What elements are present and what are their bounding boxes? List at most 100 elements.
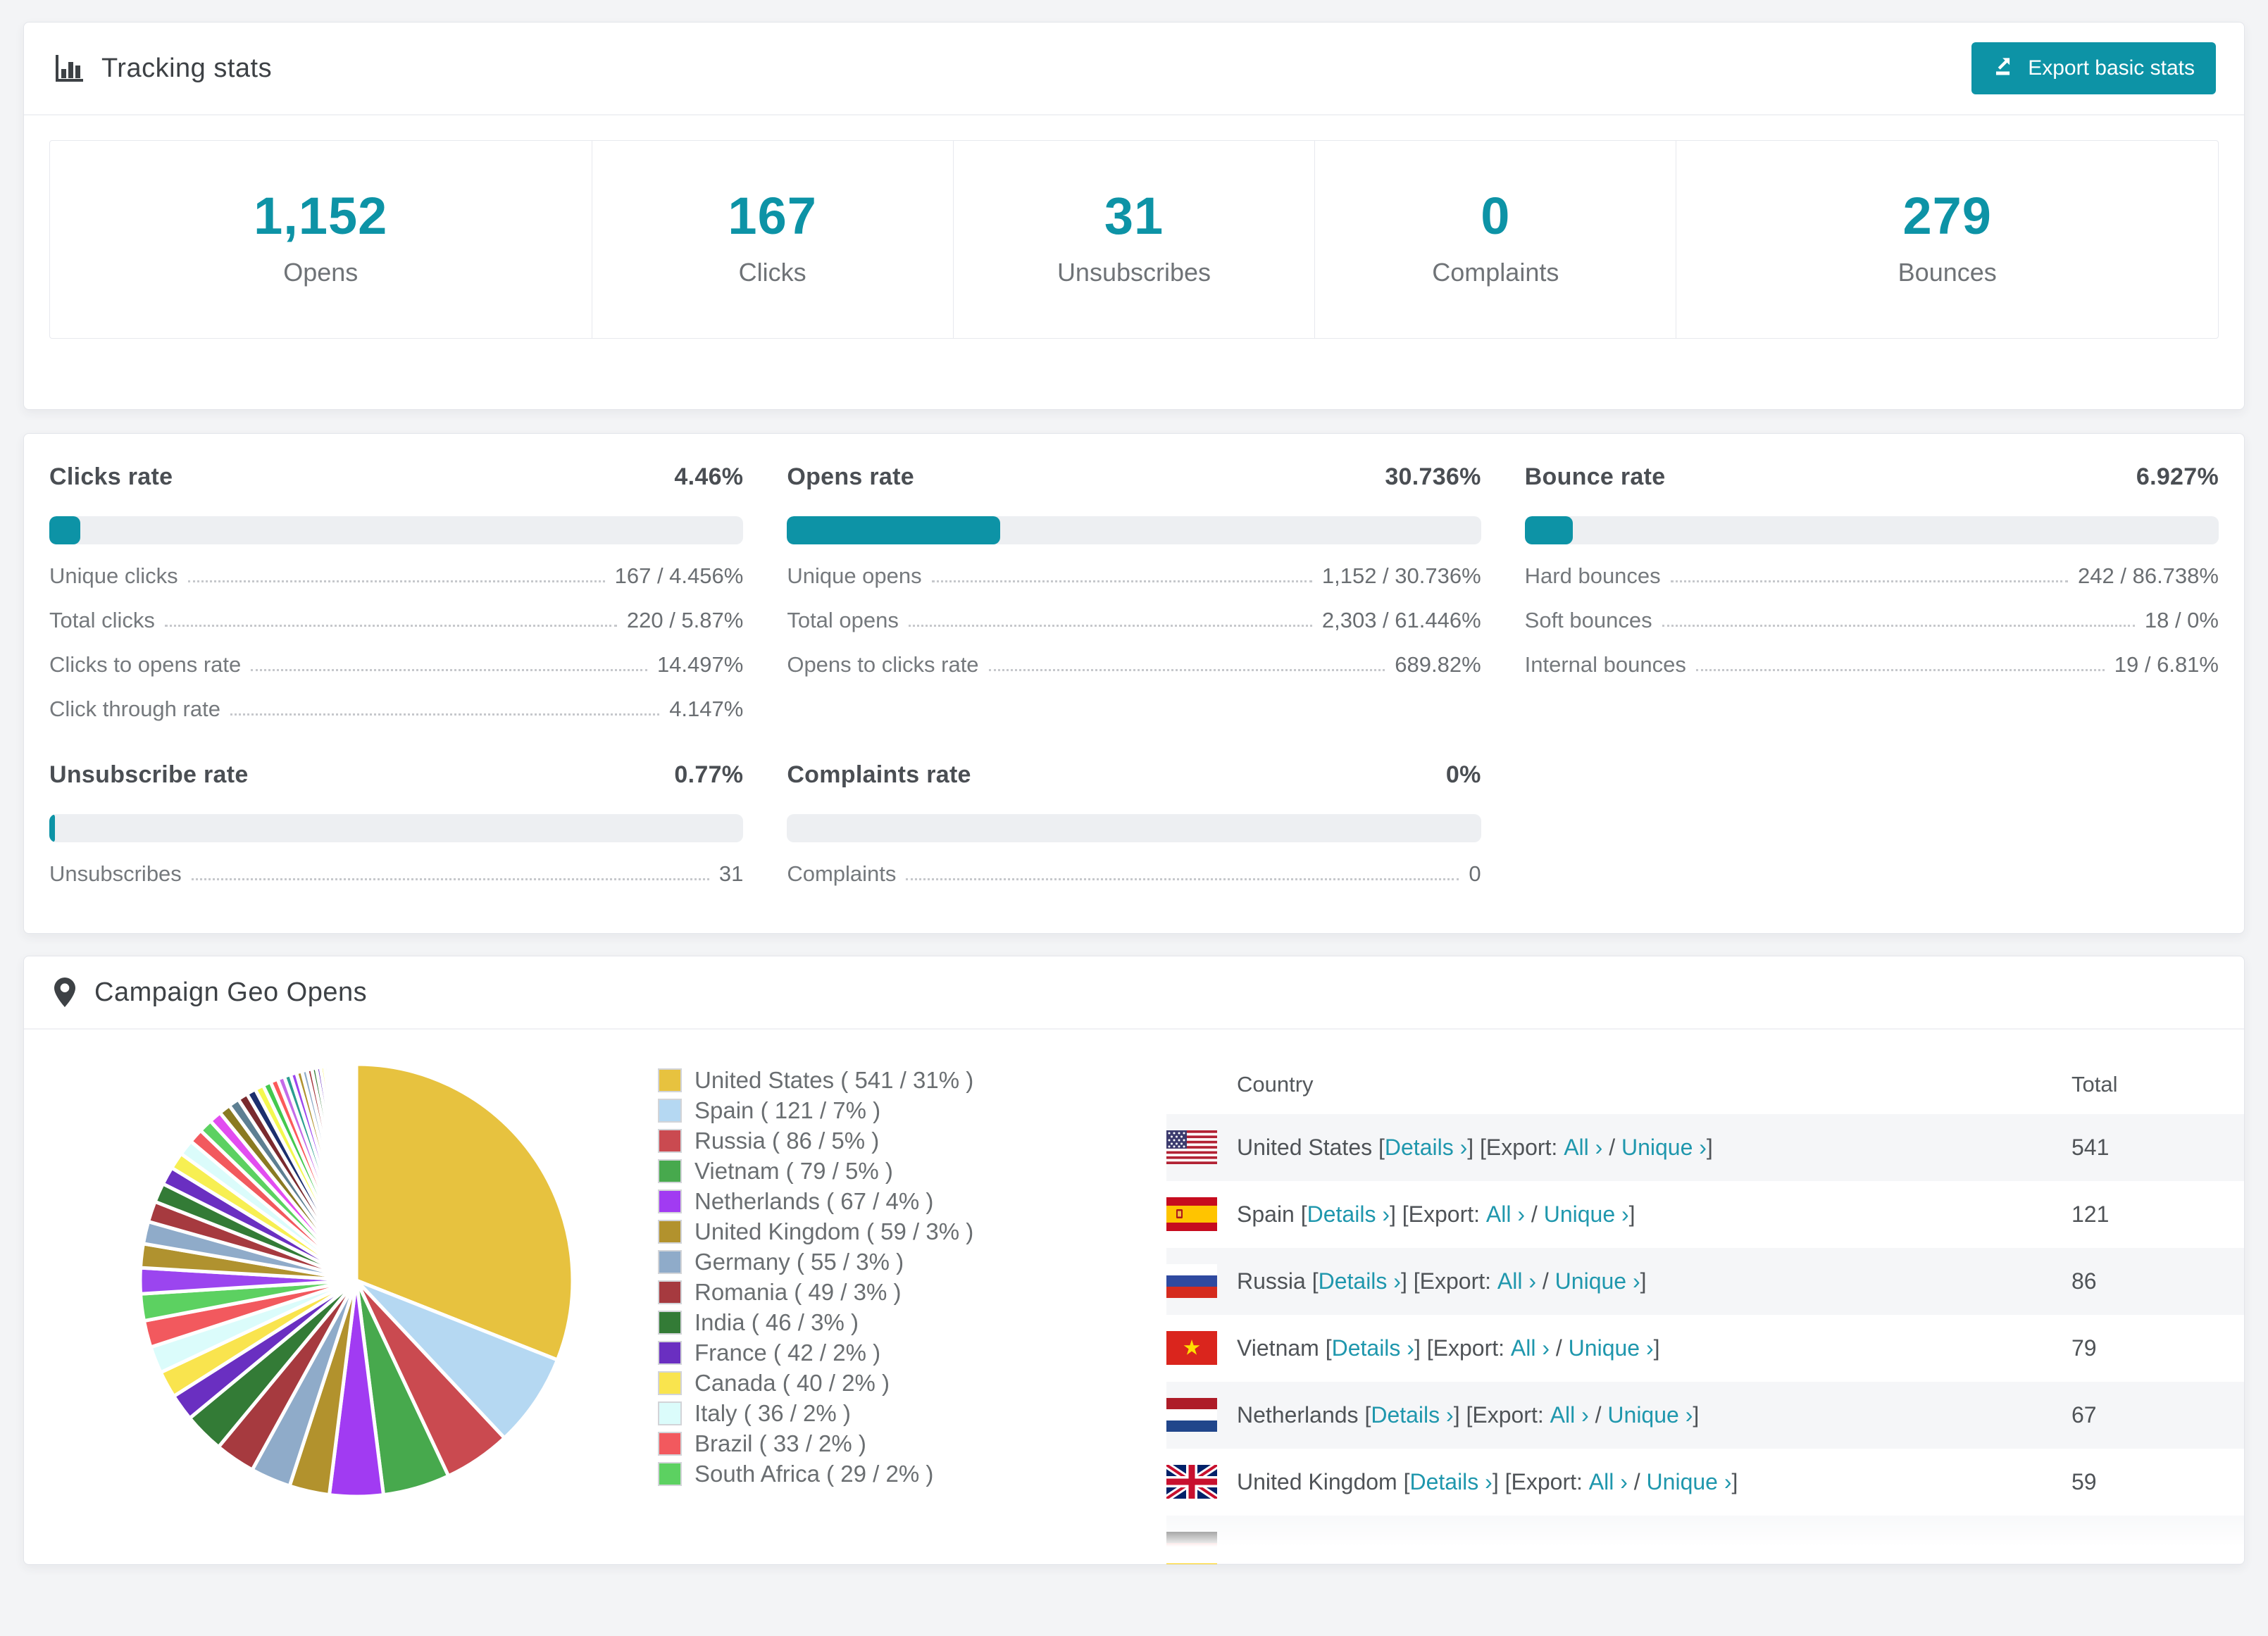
export-all-link[interactable]: All › xyxy=(1589,1469,1628,1495)
legend-item-spain[interactable]: Spain ( 121 / 7% ) xyxy=(658,1095,973,1125)
column-total: Total xyxy=(2071,1072,2118,1097)
export-basic-stats-button[interactable]: Export basic stats xyxy=(1971,42,2216,94)
bracket: ] xyxy=(1640,1268,1647,1294)
progress-bar xyxy=(49,516,744,544)
table-row-partial xyxy=(1166,1516,2244,1564)
geo-header: Campaign Geo Opens xyxy=(24,956,2244,1030)
details-link[interactable]: Details › xyxy=(1409,1469,1492,1495)
country-cell: Spain [Details ›] [Export: All › / Uniqu… xyxy=(1237,1181,1635,1248)
table-row-vietnam: Vietnam [Details ›] [Export: All › / Uni… xyxy=(1166,1315,2244,1382)
export-all-link[interactable]: All › xyxy=(1550,1402,1589,1428)
details-link[interactable]: Details › xyxy=(1385,1135,1467,1161)
legend-item-france[interactable]: France ( 42 / 2% ) xyxy=(658,1337,973,1368)
flag-vn-icon xyxy=(1166,1331,1217,1365)
legend-item-india[interactable]: India ( 46 / 3% ) xyxy=(658,1307,973,1337)
flag-nl-icon xyxy=(1166,1398,1217,1432)
metric-row: Soft bounces 18 / 0% xyxy=(1525,608,2219,633)
stat-label: Opens xyxy=(283,258,359,287)
legend-item-italy[interactable]: Italy ( 36 / 2% ) xyxy=(658,1398,973,1428)
legend-item-romania[interactable]: Romania ( 49 / 3% ) xyxy=(658,1277,973,1307)
legend-item-south-africa[interactable]: South Africa ( 29 / 2% ) xyxy=(658,1459,973,1489)
stat-label: Unsubscribes xyxy=(1057,258,1211,287)
rate-title: Bounce rate xyxy=(1524,463,1666,490)
pie-slice-other[interactable] xyxy=(353,1062,359,1282)
metric-rows: Unique clicks 167 / 4.456% Total clicks 220… xyxy=(49,563,743,722)
details-link[interactable]: Details › xyxy=(1307,1201,1390,1228)
country-name: Spain xyxy=(1237,1201,1301,1227)
details-link[interactable]: Details › xyxy=(1319,1268,1401,1294)
export-all-link[interactable]: All › xyxy=(1486,1201,1525,1228)
export-unique-link[interactable]: Unique › xyxy=(1555,1268,1640,1294)
metric-value: 1,152 / 30.736% xyxy=(1321,563,1481,588)
dotted-leader xyxy=(191,878,709,880)
export-unique-link[interactable]: Unique › xyxy=(1544,1201,1629,1228)
bracket: ] xyxy=(1628,1201,1635,1227)
summary-stat-bounces: 279 Bounces xyxy=(1676,141,2218,338)
geo-table: Country Total United States [Details ›] … xyxy=(1166,1058,2244,1564)
legend-item-russia[interactable]: Russia ( 86 / 5% ) xyxy=(658,1125,973,1156)
export-unique-link[interactable]: Unique › xyxy=(1647,1469,1732,1495)
rate-panel-complaints-rate: Complaints rate 0% Complaints 0 xyxy=(787,761,1481,887)
rate-panel-opens-rate: Opens rate 30.736% Unique opens 1,152 / 30.… xyxy=(787,463,1481,722)
metric-label: Unique opens xyxy=(787,563,922,588)
bracket: [ xyxy=(1378,1135,1385,1160)
export-unique-link[interactable]: Unique › xyxy=(1569,1335,1654,1361)
table-row-russia: Russia [Details ›] [Export: All › / Uniq… xyxy=(1166,1248,2244,1315)
rate-value: 6.927% xyxy=(2136,463,2219,490)
geo-card: Campaign Geo Opens United States ( 541 /… xyxy=(23,956,2245,1565)
column-country: Country xyxy=(1237,1072,1314,1097)
country-name: Vietnam xyxy=(1237,1335,1326,1361)
rate-panel-head: Bounce rate 6.927% xyxy=(1525,463,2219,491)
legend-label: Italy ( 36 / 2% ) xyxy=(694,1399,851,1426)
metric-value: 4.147% xyxy=(669,697,744,721)
export-all-link[interactable]: All › xyxy=(1497,1268,1536,1294)
legend-item-brazil[interactable]: Brazil ( 33 / 2% ) xyxy=(658,1428,973,1459)
rate-panel-head: Clicks rate 4.46% xyxy=(49,463,743,491)
dotted-leader xyxy=(1695,669,2105,671)
legend-swatch xyxy=(658,1340,682,1365)
separator: / xyxy=(1588,1402,1608,1428)
separator: / xyxy=(1627,1469,1647,1494)
metric-label: Complaints xyxy=(787,861,897,886)
export-prefix: Export: xyxy=(1408,1201,1486,1227)
geo-pie-chart[interactable] xyxy=(110,1034,603,1527)
export-all-link[interactable]: All › xyxy=(1564,1135,1602,1161)
export-all-link[interactable]: All › xyxy=(1511,1335,1550,1361)
legend-label: India ( 46 / 3% ) xyxy=(694,1309,859,1335)
summary-stat-unsubscribes: 31 Unsubscribes xyxy=(952,141,1314,338)
details-link[interactable]: Details › xyxy=(1332,1335,1414,1361)
geo-title: Campaign Geo Opens xyxy=(94,977,368,1007)
dotted-leader xyxy=(164,625,617,627)
legend-item-vietnam[interactable]: Vietnam ( 79 / 5% ) xyxy=(658,1156,973,1186)
export-unique-link[interactable]: Unique › xyxy=(1621,1135,1707,1161)
metric-value: 14.497% xyxy=(656,652,744,677)
export-prefix: Export: xyxy=(1472,1402,1550,1428)
legend-item-united-kingdom[interactable]: United Kingdom ( 59 / 3% ) xyxy=(658,1216,973,1247)
rate-panel-unsubscribe-rate: Unsubscribe rate 0.77% Unsubscribes 31 xyxy=(49,761,744,887)
stat-value: 279 xyxy=(1902,187,1992,245)
legend-item-united-states[interactable]: United States ( 541 / 31% ) xyxy=(658,1065,973,1095)
legend-item-canada[interactable]: Canada ( 40 / 2% ) xyxy=(658,1368,973,1398)
details-link[interactable]: Details › xyxy=(1371,1402,1453,1428)
export-unique-link[interactable]: Unique › xyxy=(1607,1402,1693,1428)
separator: / xyxy=(1602,1135,1621,1160)
legend-item-germany[interactable]: Germany ( 55 / 3% ) xyxy=(658,1247,973,1277)
bracket: ] [ xyxy=(1467,1135,1486,1160)
rate-title: Clicks rate xyxy=(49,463,173,490)
dotted-leader xyxy=(908,625,1312,627)
legend-item-netherlands[interactable]: Netherlands ( 67 / 4% ) xyxy=(658,1186,973,1216)
summary-stat-complaints: 0 Complaints xyxy=(1314,141,1676,338)
tracking-stats-header: Tracking stats Export basic stats xyxy=(24,23,2244,115)
metric-label: Total clicks xyxy=(49,608,155,632)
rate-panel-clicks-rate: Clicks rate 4.46% Unique clicks 167 / 4.456… xyxy=(49,463,744,722)
bracket: ] [ xyxy=(1414,1335,1433,1361)
export-prefix: Export: xyxy=(1433,1335,1511,1361)
rate-value: 4.46% xyxy=(674,463,744,490)
separator: / xyxy=(1550,1335,1569,1361)
bracket: ] xyxy=(1731,1469,1738,1494)
dotted-leader xyxy=(187,580,605,582)
metric-row: Clicks to opens rate 14.497% xyxy=(49,652,743,677)
legend-label: Russia ( 86 / 5% ) xyxy=(694,1127,880,1154)
legend-label: Romania ( 49 / 3% ) xyxy=(694,1278,902,1305)
table-row-united-states: United States [Details ›] [Export: All ›… xyxy=(1166,1114,2244,1181)
